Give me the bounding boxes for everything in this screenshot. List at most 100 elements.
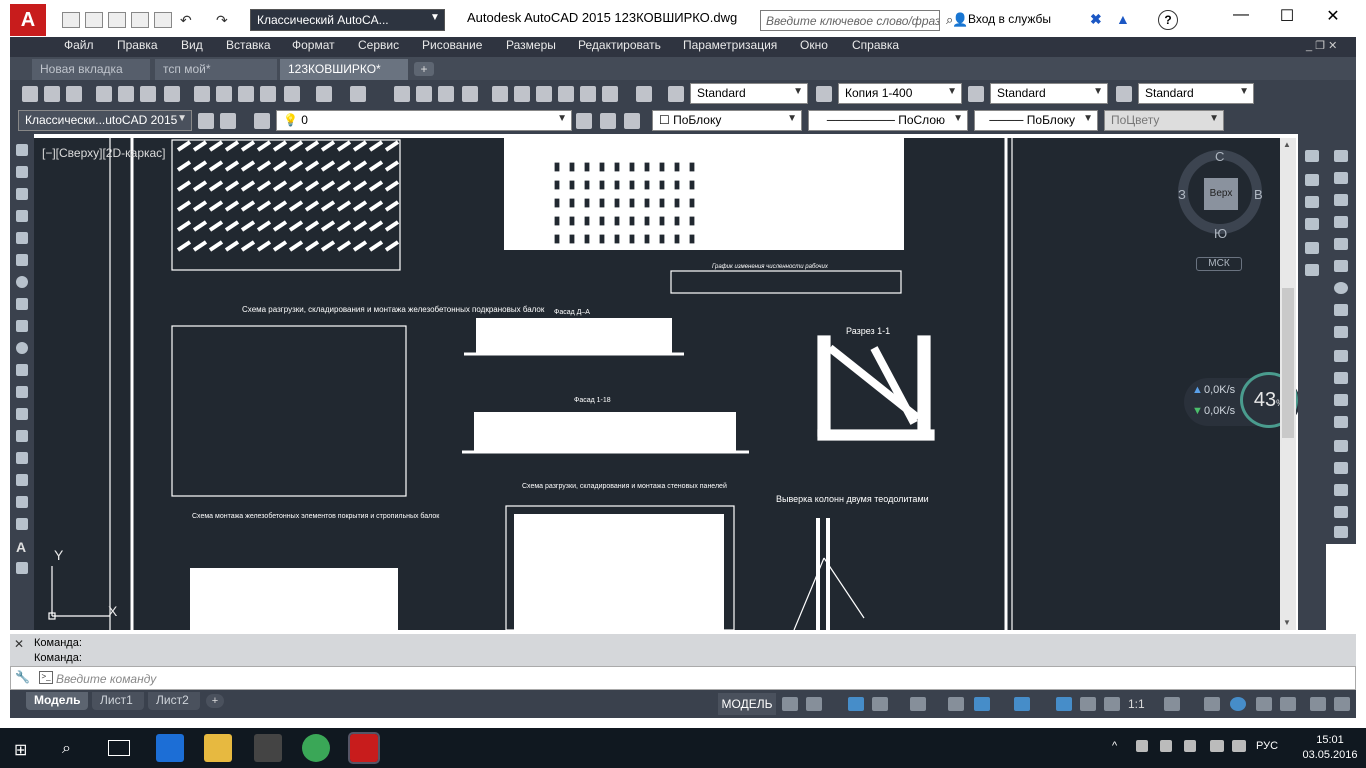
gear-icon[interactable] bbox=[198, 113, 214, 129]
isodraft-icon[interactable] bbox=[910, 697, 926, 711]
cut-icon[interactable] bbox=[194, 86, 210, 102]
layer-select[interactable]: 💡 0 ▼ bbox=[276, 110, 572, 131]
scroll-down-icon[interactable]: ▼ bbox=[1283, 618, 1291, 627]
doc-window-controls[interactable]: _ ❐ ✕ bbox=[1306, 39, 1337, 52]
modify-tools-icons[interactable] bbox=[1326, 134, 1356, 544]
task-view-icon[interactable] bbox=[108, 740, 130, 756]
menu-insert[interactable]: Вставка bbox=[226, 38, 271, 52]
drawing-svg[interactable]: Схема разгрузки, складирования и монтажа… bbox=[34, 138, 1280, 630]
plot-icon[interactable] bbox=[96, 86, 112, 102]
open-file-icon[interactable] bbox=[85, 12, 103, 28]
text-style-select[interactable]: Standard ▼ bbox=[690, 83, 808, 104]
menu-format[interactable]: Формат bbox=[292, 38, 335, 52]
redo-icon[interactable]: ↷ bbox=[216, 12, 228, 29]
windows-start-icon[interactable]: ⊞ bbox=[14, 740, 27, 760]
help-button[interactable]: ? bbox=[1158, 10, 1178, 30]
calculator-icon[interactable] bbox=[602, 86, 618, 102]
edge-browser-icon[interactable] bbox=[156, 734, 184, 762]
vertical-scrollbar[interactable]: ▲ ▼ bbox=[1280, 138, 1296, 630]
close-icon[interactable]: ✕ bbox=[14, 637, 24, 651]
plus-icon[interactable] bbox=[1204, 697, 1220, 711]
snap-icon[interactable] bbox=[806, 697, 822, 711]
mleader-style-icon[interactable] bbox=[1116, 86, 1132, 102]
drawing-canvas[interactable]: Схема разгрузки, складирования и монтажа… bbox=[34, 138, 1280, 630]
layout-tab-sheet2[interactable]: Лист2 bbox=[148, 692, 200, 710]
open-icon[interactable] bbox=[44, 86, 60, 102]
new-icon[interactable] bbox=[22, 86, 38, 102]
viewcube-east[interactable]: В bbox=[1254, 187, 1263, 202]
scroll-up-icon[interactable]: ▲ bbox=[1283, 140, 1291, 149]
menu-edit[interactable]: Правка bbox=[117, 38, 158, 52]
markup-icon[interactable] bbox=[580, 86, 596, 102]
draw-tools-icons[interactable]: A bbox=[14, 144, 30, 614]
exchange-icon[interactable]: ✖ bbox=[1090, 11, 1102, 28]
autodesk-a360-icon[interactable]: ▲ bbox=[1116, 11, 1130, 27]
keyboard-icon[interactable] bbox=[1232, 740, 1246, 752]
tool-palettes-icon[interactable] bbox=[536, 86, 552, 102]
battery-icon[interactable] bbox=[1210, 740, 1224, 752]
menu-draw[interactable]: Рисование bbox=[422, 38, 482, 52]
zoom-realtime-icon[interactable] bbox=[416, 86, 432, 102]
hardware-acceleration-icon[interactable] bbox=[1256, 697, 1272, 711]
tray-chevron-icon[interactable]: ^ bbox=[1112, 740, 1117, 752]
auto-scale-icon[interactable] bbox=[1080, 697, 1096, 711]
clock[interactable]: 15:01 03.05.2016 bbox=[1302, 733, 1358, 763]
lineweight-icon[interactable] bbox=[1014, 697, 1030, 711]
mleader-style-select[interactable]: Standard ▼ bbox=[1138, 83, 1254, 104]
3d-print-icon[interactable] bbox=[164, 86, 180, 102]
signin-button[interactable]: Вход в службы bbox=[968, 12, 1051, 26]
design-center-icon[interactable] bbox=[514, 86, 530, 102]
save-icon[interactable] bbox=[108, 12, 126, 28]
menu-tools[interactable]: Сервис bbox=[358, 38, 399, 52]
menu-parametric[interactable]: Параметризация bbox=[683, 38, 777, 52]
autocad-logo-icon[interactable]: A bbox=[10, 4, 46, 36]
store-icon[interactable] bbox=[254, 734, 282, 762]
tab-new[interactable]: Новая вкладка bbox=[32, 59, 150, 80]
osnap-tracking-icon[interactable] bbox=[948, 697, 964, 711]
polar-icon[interactable] bbox=[872, 697, 888, 711]
undo-icon[interactable] bbox=[316, 86, 332, 102]
viewport-controls[interactable]: [−][Сверху][2D-каркас] bbox=[42, 146, 166, 160]
menu-modify[interactable]: Редактировать bbox=[578, 38, 661, 52]
redo-icon[interactable] bbox=[350, 86, 366, 102]
customization-icon[interactable] bbox=[1310, 697, 1326, 711]
publish-icon[interactable] bbox=[140, 86, 156, 102]
menu-icon[interactable] bbox=[1334, 697, 1350, 711]
dim-style-icon[interactable] bbox=[816, 86, 832, 102]
viewcube-south[interactable]: Ю bbox=[1214, 226, 1227, 241]
search-input[interactable]: Введите ключевое слово/фразу bbox=[760, 10, 940, 31]
paste-icon[interactable] bbox=[238, 86, 254, 102]
user-icon[interactable]: 👤 bbox=[952, 12, 968, 28]
table-style-icon[interactable] bbox=[968, 86, 984, 102]
tab-tsp[interactable]: тсп мой* bbox=[155, 59, 277, 80]
menu-window[interactable]: Окно bbox=[800, 38, 828, 52]
draw-order-icons[interactable] bbox=[1298, 134, 1326, 284]
menu-dimension[interactable]: Размеры bbox=[506, 38, 556, 52]
undo-icon[interactable]: ↶ bbox=[180, 12, 192, 29]
scale-value[interactable]: 1:1 bbox=[1128, 697, 1145, 711]
linetype-select[interactable]: ──────── ПоСлою ▼ bbox=[808, 110, 968, 131]
layout-tab-model[interactable]: Модель bbox=[26, 692, 88, 710]
menu-help[interactable]: Справка bbox=[852, 38, 899, 52]
menu-view[interactable]: Вид bbox=[181, 38, 203, 52]
viewcube-west[interactable]: З bbox=[1178, 187, 1186, 202]
lineweight-select[interactable]: ──── ПоБлоку ▼ bbox=[974, 110, 1098, 131]
autocad-taskbar-icon[interactable] bbox=[348, 732, 380, 764]
add-layout-button[interactable]: + bbox=[206, 694, 224, 708]
sheet-set-icon[interactable] bbox=[558, 86, 574, 102]
copy-icon[interactable] bbox=[216, 86, 232, 102]
network-icon[interactable] bbox=[1136, 740, 1148, 752]
add-tab-button[interactable]: + bbox=[414, 62, 434, 76]
save-icon[interactable] bbox=[66, 86, 82, 102]
search-icon[interactable]: ⌕ bbox=[62, 740, 71, 758]
file-explorer-icon[interactable] bbox=[204, 734, 232, 762]
isolate-objects-icon[interactable] bbox=[1230, 697, 1246, 711]
table-style-select[interactable]: Standard ▼ bbox=[990, 83, 1108, 104]
text-style-icon[interactable] bbox=[668, 86, 684, 102]
chrome-icon[interactable] bbox=[302, 734, 330, 762]
annotation-visibility-icon[interactable] bbox=[1056, 697, 1072, 711]
model-space-button[interactable]: МОДЕЛЬ bbox=[718, 693, 776, 715]
ucs-menu[interactable]: МСК bbox=[1196, 257, 1242, 271]
wrench-icon[interactable]: 🔧 bbox=[15, 670, 30, 684]
osnap-icon[interactable] bbox=[974, 697, 990, 711]
